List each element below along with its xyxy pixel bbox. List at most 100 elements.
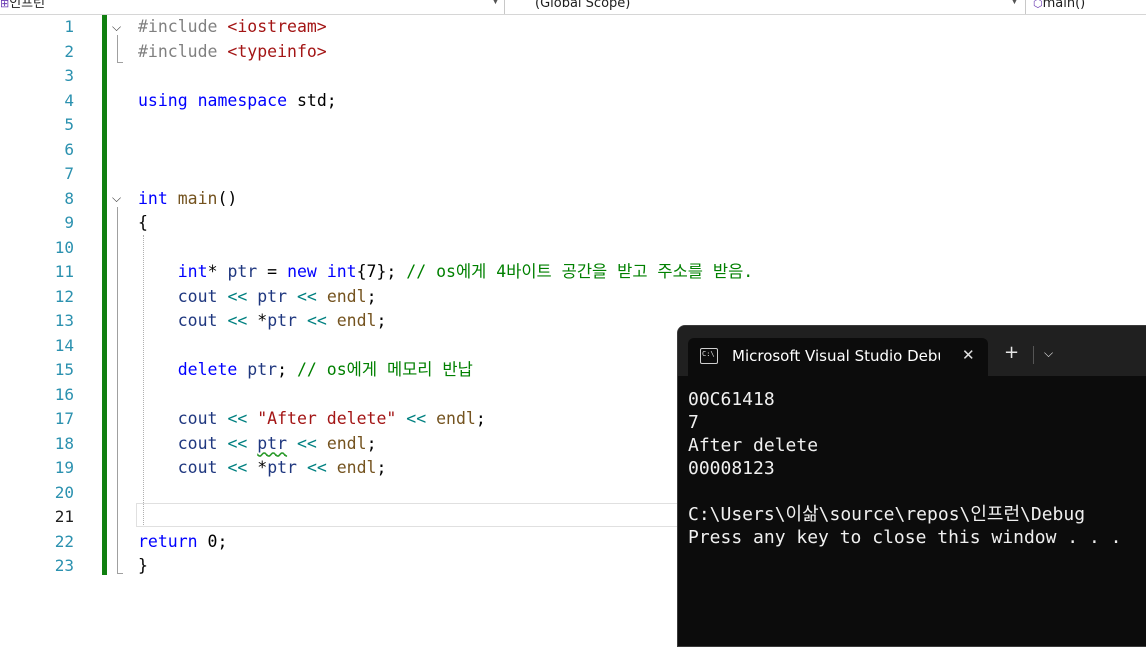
line-number: 8 — [64, 188, 74, 208]
code-token: << — [227, 286, 248, 306]
code-token: << — [406, 409, 427, 428]
code-token: << — [297, 433, 317, 453]
member-dropdown[interactable]: ⬡main() — [1033, 0, 1085, 13]
code-token: std; — [287, 90, 337, 110]
chevron-down-icon[interactable]: ▼ — [492, 0, 499, 6]
code-line[interactable]: 8 int main() — [0, 187, 1146, 212]
code-token: ptr — [227, 262, 258, 281]
code-token: ; — [366, 433, 377, 453]
code-text: int* ptr = new int{7}; // os에게 4바이트 공간을 … — [138, 260, 753, 284]
code-token: << — [227, 433, 248, 453]
code-token: << — [227, 311, 248, 330]
code-token: << — [306, 311, 327, 330]
code-token: delete — [177, 360, 238, 379]
code-line[interactable]: 7 — [0, 162, 1146, 187]
divider — [504, 0, 505, 14]
code-token: <typeinfo> — [227, 41, 327, 61]
code-text: #include <iostream> — [138, 15, 327, 39]
code-token: #include — [138, 41, 228, 61]
code-token: return — [138, 531, 198, 551]
scope-label: (Global Scope) — [535, 0, 631, 11]
code-token: () — [217, 188, 238, 208]
code-text: return 0; — [138, 530, 227, 554]
code-text: #include <typeinfo> — [138, 40, 327, 64]
code-text: int main() — [138, 187, 237, 211]
divider — [1033, 346, 1034, 364]
code-token: int — [138, 188, 168, 208]
chevron-down-icon[interactable]: ▼ — [1011, 0, 1018, 6]
code-line[interactable]: 2 #include <typeinfo> — [0, 40, 1146, 65]
line-number: 18 — [54, 433, 74, 453]
project-icon: ⊞ — [0, 0, 10, 10]
code-token: cout — [177, 433, 218, 453]
console-line: C:\Users\이삶\source\repos\인프런\Debug — [688, 504, 1086, 525]
code-token: using — [138, 90, 188, 110]
code-token: main — [177, 188, 218, 208]
code-line[interactable]: 6 — [0, 138, 1146, 163]
console-line: Press any key to close this window . . . — [688, 527, 1122, 548]
console-line: 00008123 — [688, 458, 775, 479]
code-token: int — [326, 262, 357, 281]
code-token: "After delete" — [257, 409, 397, 428]
console-line: 00C61418 — [688, 389, 775, 410]
line-number: 19 — [54, 458, 74, 477]
terminal-icon: C:\ — [700, 348, 718, 364]
code-token: endl — [326, 433, 367, 453]
code-token: endl — [436, 409, 476, 428]
code-token: ptr — [257, 286, 288, 306]
code-token: ; — [376, 311, 387, 330]
code-line[interactable]: 3 — [0, 64, 1146, 89]
close-icon[interactable]: ✕ — [962, 346, 975, 364]
code-text: } — [138, 554, 148, 578]
line-number: 1 — [64, 17, 74, 36]
code-line[interactable]: 9{ — [0, 211, 1146, 236]
add-tab-button[interactable]: + — [1004, 344, 1019, 362]
code-line[interactable]: 4 using namespace std; — [0, 89, 1146, 114]
code-token: ; — [366, 286, 377, 306]
code-token: endl — [336, 311, 377, 330]
code-line[interactable]: 12 cout << ptr << endl; — [0, 285, 1146, 310]
code-line[interactable]: 1 #include <iostream> — [0, 15, 1146, 40]
code-line[interactable]: 10 — [0, 236, 1146, 261]
scope-dropdown[interactable]: (Global Scope) — [535, 0, 630, 13]
code-line[interactable]: 5 — [0, 113, 1146, 138]
line-number: 21 — [54, 507, 74, 526]
code-token: 0; — [197, 531, 228, 551]
code-text: { — [138, 211, 148, 235]
code-token: int — [177, 262, 208, 281]
code-line[interactable]: 11 int* ptr = new int{7}; // os에게 4바이트 공… — [0, 260, 1146, 285]
console-line: 7 — [688, 412, 699, 433]
code-token: cout — [177, 311, 218, 330]
line-number: 14 — [54, 335, 74, 355]
chevron-down-icon[interactable]: ⌵ — [1044, 346, 1053, 361]
console-output[interactable]: 00C61418 7 After delete 00008123 C:\Users\이삶… — [688, 388, 1121, 549]
project-label: 인프런 — [9, 0, 46, 11]
line-number: 9 — [64, 213, 74, 232]
code-token: * — [207, 262, 228, 281]
code-token: ptr — [257, 433, 288, 453]
debug-console-window[interactable]: C:\ Microsoft Visual Studio Debug ✕ + ⌵ … — [677, 325, 1146, 647]
console-tab-title: Microsoft Visual Studio Debug — [732, 347, 940, 365]
code-token: endl — [326, 286, 367, 306]
code-token: * — [247, 311, 268, 330]
line-number: 5 — [64, 115, 74, 134]
project-dropdown[interactable]: ⊞인프런 — [0, 0, 45, 13]
code-token: } — [138, 556, 148, 575]
code-text: cout << ptr << endl; — [138, 432, 377, 456]
console-tab[interactable]: C:\ Microsoft Visual Studio Debug ✕ — [688, 338, 988, 376]
code-text: cout << ptr << endl; — [138, 285, 377, 309]
line-number: 12 — [54, 286, 74, 306]
member-label: main() — [1042, 0, 1086, 11]
